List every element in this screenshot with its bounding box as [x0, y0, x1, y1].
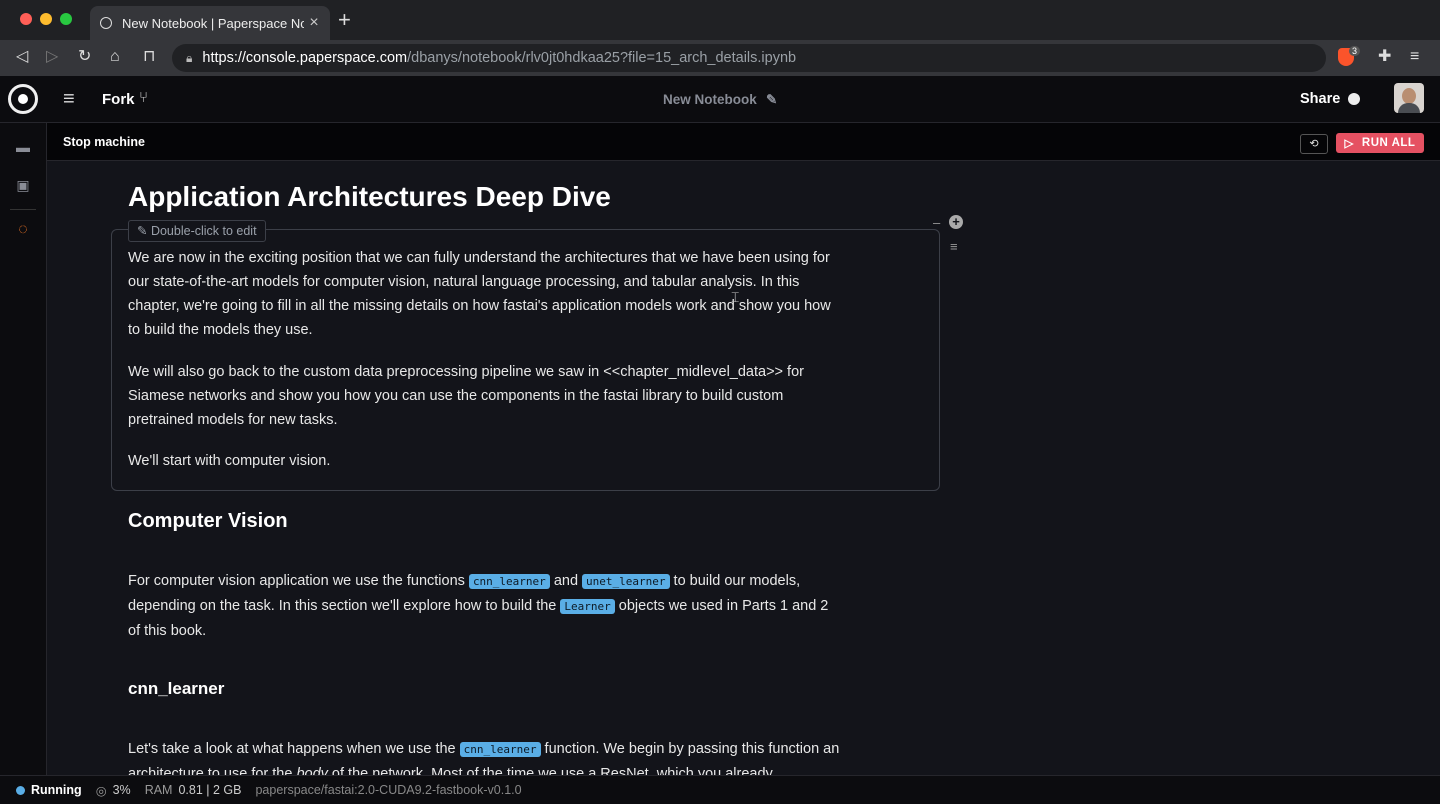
- edit-hint-label: Double-click to edit: [150, 224, 257, 238]
- cv-text-a: For computer vision application we use t…: [128, 573, 469, 589]
- browser-toolbar: ◁ ▷ ↻ ⌂ ⊓ 🔒︎ https://console.paperspace.…: [0, 40, 1440, 76]
- maximize-window-button[interactable]: [60, 13, 72, 25]
- stop-machine-button[interactable]: Stop machine: [63, 135, 145, 149]
- machine-state: Running: [31, 783, 82, 797]
- fork-button[interactable]: Fork: [102, 91, 135, 108]
- shields-count-badge: 3: [1349, 46, 1361, 56]
- inline-code-learner: Learner: [560, 599, 615, 614]
- folder-icon[interactable]: ▬: [15, 139, 31, 155]
- play-icon: ▷: [1344, 138, 1354, 150]
- run-all-button[interactable]: ▷ RUN ALL: [1336, 133, 1424, 153]
- cnn-learner-heading: cnn_learner: [128, 679, 225, 698]
- notebook-heading: Application Architectures Deep Dive: [128, 181, 611, 212]
- fork-icon[interactable]: ⑂: [139, 89, 148, 106]
- menu-icon[interactable]: ≡: [63, 88, 75, 111]
- avatar[interactable]: [1394, 83, 1424, 113]
- restart-kernel-icon[interactable]: ⟲: [1300, 134, 1328, 154]
- url-host: https://console.paperspace.com: [202, 50, 408, 66]
- url-path: /dbanys/notebook/rlv0jt0hdkaa25?file=15_…: [407, 50, 797, 66]
- address-bar[interactable]: 🔒︎ https://console.paperspace.com/dbanys…: [172, 44, 1326, 72]
- share-button[interactable]: Share: [1300, 91, 1340, 107]
- minimize-window-button[interactable]: [40, 13, 52, 25]
- intro-paragraph-2: We will also go back to the custom data …: [128, 364, 804, 428]
- cpu-icon: ◎: [95, 783, 107, 798]
- lock-icon: 🔒︎: [186, 50, 193, 65]
- ram-label: RAM: [144, 783, 173, 797]
- cnn-learner-paragraph: Let's take a look at what happens when w…: [128, 737, 843, 775]
- double-click-edit-hint[interactable]: ✎ Double-click to edit: [128, 220, 266, 242]
- paperspace-favicon-icon: [100, 17, 112, 29]
- run-all-label: RUN ALL: [1361, 137, 1416, 149]
- machine-chip-icon[interactable]: ▣: [15, 177, 31, 194]
- inline-code-unet-learner: unet_learner: [582, 574, 670, 589]
- browser-tab-bar: New Notebook | Paperspace Notebook × +: [0, 0, 1440, 40]
- computer-vision-heading: Computer Vision: [128, 510, 288, 532]
- notebook-toolbar: Stop machine ⟲ ▷ RUN ALL: [47, 123, 1440, 161]
- close-window-button[interactable]: [20, 13, 32, 25]
- cnn-text-c: of the network. Most of the time we use …: [327, 766, 773, 775]
- text-cursor-icon: ⌶: [731, 289, 740, 305]
- bookmark-icon[interactable]: ⊓: [143, 48, 155, 66]
- cnn-emphasis-body: body: [296, 766, 328, 775]
- home-icon[interactable]: ⌂: [110, 48, 120, 66]
- status-bar: Running ◎ 3% RAM 0.81 | 2 GB paperspace/…: [0, 775, 1440, 804]
- close-tab-icon[interactable]: ×: [304, 14, 324, 32]
- extensions-icon[interactable]: ✚: [1378, 48, 1391, 66]
- cell-menu-icon[interactable]: ≡: [950, 239, 958, 254]
- cnn-text-a: Let's take a look at what happens when w…: [128, 741, 460, 757]
- jupyter-icon[interactable]: ◌: [15, 221, 31, 239]
- notebook-content: Application Architectures Deep Dive ✎ Do…: [47, 161, 1440, 775]
- inline-code-cnn-learner-2: cnn_learner: [459, 742, 541, 757]
- collapse-cell-icon[interactable]: –: [933, 215, 940, 230]
- cv-text-b: and: [549, 573, 583, 589]
- notebook-title[interactable]: New Notebook: [663, 92, 757, 107]
- globe-icon[interactable]: [1348, 93, 1360, 105]
- left-sidebar: ▬ ▣ ◌: [0, 123, 47, 775]
- inline-code-cnn-learner: cnn_learner: [468, 574, 550, 589]
- add-cell-icon[interactable]: +: [949, 215, 963, 229]
- browser-tab[interactable]: New Notebook | Paperspace Notebook ×: [90, 6, 330, 40]
- browser-menu-icon[interactable]: ≡: [1410, 48, 1419, 66]
- forward-icon[interactable]: ▷: [46, 48, 58, 66]
- running-status-icon: [16, 785, 25, 795]
- edit-icon: ✎: [137, 224, 151, 238]
- intro-paragraph-3: We'll start with computer vision.: [128, 453, 331, 469]
- edit-title-icon[interactable]: ✎: [766, 92, 777, 108]
- reload-icon[interactable]: ↻: [78, 48, 91, 66]
- back-icon[interactable]: ◁: [16, 48, 28, 66]
- sidebar-divider: [10, 209, 36, 210]
- computer-vision-paragraph: For computer vision application we use t…: [128, 569, 843, 643]
- app-header: ≡ Fork ⑂ New Notebook ✎ Share: [0, 76, 1440, 123]
- tab-title: New Notebook | Paperspace Notebook: [122, 15, 304, 31]
- paperspace-logo[interactable]: [8, 84, 38, 114]
- cpu-usage: 3%: [112, 783, 131, 797]
- container-name: paperspace/fastai:2.0-CUDA9.2-fastbook-v…: [255, 783, 522, 797]
- ram-usage: 0.81 | 2 GB: [178, 783, 242, 797]
- new-tab-button[interactable]: +: [338, 9, 351, 31]
